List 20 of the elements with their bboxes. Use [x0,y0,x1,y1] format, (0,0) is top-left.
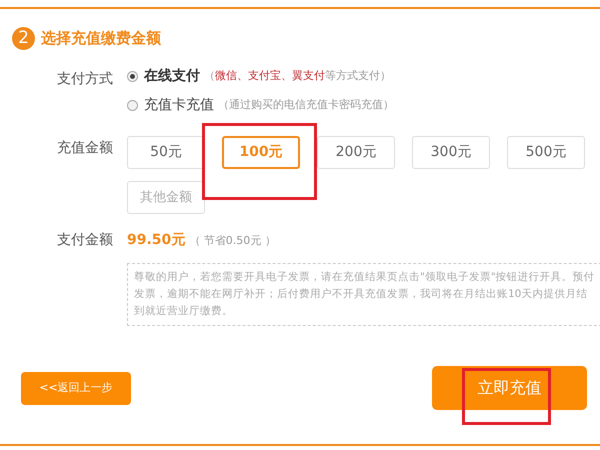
amount-option[interactable]: 200元 [317,136,395,169]
notice-line: 发票，逾期不能在网厅补开；后付费用户不开具充值发票，我司将在月结出账10天内提供月结 [134,287,588,302]
amount-option[interactable]: 50元 [127,136,205,169]
pay-amount-label: 支付金额 [56,231,114,250]
payment-option-note: （微信、支付宝、翼支付等方式支付） [204,68,391,84]
section-title: 选择充值缴费金额 [41,28,161,50]
amount-label: 充值金额 [56,139,114,158]
saving-note: （ 节省0.50元 ） [189,233,276,249]
payment-method-label: 支付方式 [56,70,114,89]
payment-option-label[interactable]: 在线支付 [144,66,200,87]
payment-option-note: （通过购买的电信充值卡密码充值） [218,97,394,114]
amount-option[interactable]: 500元 [507,136,585,169]
amount-option[interactable]: 300元 [412,136,490,169]
radio-button[interactable] [127,71,138,82]
notice-line: 尊敬的用户，若您需要开具电子发票，请在充值结果页点击"领取电子发票"按钮进行开具。预付 [134,270,596,285]
notice-line: 到就近营业厅缴费。 [134,304,234,319]
step-badge: 2 [12,27,35,50]
payment-option-label[interactable]: 充值卡充值 [144,95,214,116]
radio-button[interactable] [127,100,138,111]
pay-amount-value: 99.50元 [127,231,186,250]
